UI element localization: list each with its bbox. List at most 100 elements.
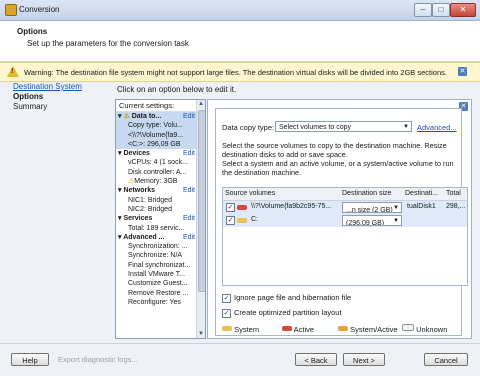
destination-size-select[interactable]: ...n size (2 GB) ▼: [342, 202, 402, 213]
settings-item: <\\?\Volume{fa9...: [116, 130, 205, 140]
active-disk-icon: [237, 205, 247, 210]
edit-link[interactable]: Edit: [183, 214, 195, 223]
volume-checkbox[interactable]: ✓: [226, 203, 235, 212]
settings-scrollbar[interactable]: ▲ ▼: [196, 100, 205, 338]
settings-item: Final synchronizat...: [128, 261, 191, 269]
edit-link[interactable]: Edit: [183, 149, 195, 158]
export-logs-button[interactable]: Export diagnostic logs...: [58, 355, 138, 364]
nav-item-destination-system[interactable]: Destination System: [13, 82, 113, 92]
table-row[interactable]: ✓ \\?\Volume{fa9b2c95-75... ...n size (2…: [223, 201, 467, 214]
optimized-layout-label: Create optimized partition layout: [234, 308, 342, 317]
edit-link[interactable]: Edit: [183, 233, 195, 242]
page-title: Options: [17, 27, 48, 36]
settings-group-title: Data to...: [131, 113, 162, 120]
volumes-table: Source volumes Destination size Destinat…: [222, 187, 468, 286]
optimized-layout-checkbox[interactable]: ✓: [222, 309, 231, 318]
warning-icon: !: [7, 66, 19, 77]
scroll-down-icon[interactable]: ▼: [197, 330, 205, 338]
settings-group-title: Networks: [123, 187, 155, 195]
settings-item: vCPUs: 4 (1 sock...: [128, 159, 188, 167]
settings-item: Customize Guest...: [128, 280, 188, 288]
settings-group-title: Services: [123, 215, 153, 223]
next-button[interactable]: Next >: [343, 353, 385, 366]
data-copy-panel: Data copy type: Select volumes to copy ▼…: [215, 108, 468, 336]
column-header: Source volumes: [225, 190, 276, 197]
legend-label: System/Active: [350, 325, 398, 334]
settings-item: ⚠Memory: 3GB: [116, 177, 205, 186]
destination-size-value: ...n size (2 GB): [346, 207, 393, 213]
table-header: Source volumes Destination size Destinat…: [223, 188, 467, 201]
settings-group-title: Advanced ...: [123, 233, 165, 241]
copy-type-select[interactable]: Select volumes to copy ▼: [275, 121, 412, 132]
description-2: Select a system and an active volume, or…: [222, 159, 454, 177]
system-active-disk-icon: [338, 326, 348, 331]
active-disk-icon: [282, 326, 292, 331]
column-header: Destination size: [342, 190, 392, 197]
edit-link[interactable]: Edit: [183, 186, 195, 195]
warning-close-icon[interactable]: ✕: [458, 67, 467, 76]
chevron-down-icon: ▼: [393, 205, 399, 211]
settings-item: <C:>: 296,09 GB: [116, 139, 205, 150]
footer-bar: Help Export diagnostic logs... < Back Ne…: [0, 343, 480, 376]
back-button[interactable]: < Back: [295, 353, 337, 366]
legend-label: Active: [293, 325, 315, 334]
close-button[interactable]: ✕: [450, 3, 476, 17]
system-disk-icon: [222, 326, 232, 331]
table-row[interactable]: ✓ C: (296,09 GB) ▼: [223, 214, 467, 227]
legend-active: Active: [282, 325, 314, 334]
nav-item-summary[interactable]: Summary: [13, 102, 113, 112]
edit-link[interactable]: Edit: [183, 112, 195, 121]
scroll-thumb[interactable]: [198, 110, 205, 292]
settings-item: Reconfigure: Yes: [128, 298, 181, 306]
legend-system: System: [222, 325, 259, 334]
settings-group-title: Devices: [123, 150, 150, 158]
legend-unknown: Unknown: [402, 324, 448, 334]
settings-group-networks[interactable]: ▾ Networks Edit: [116, 186, 205, 195]
column-header: Destinati...: [405, 190, 439, 197]
ignore-pagefile-label: Ignore page file and hibernation file: [234, 293, 352, 302]
help-button[interactable]: Help: [11, 353, 49, 366]
advanced-link[interactable]: Advanced...: [417, 123, 457, 132]
settings-item-label: Memory: 3GB: [134, 178, 178, 186]
collapse-icon: ▾: [118, 150, 122, 158]
collapse-icon: ▾: [118, 233, 122, 241]
settings-item: Install VMware T...: [128, 271, 186, 279]
settings-list: Current settings: ▾ ⚠ Data to... Edit Co…: [115, 99, 206, 339]
settings-item: Synchronization: ...: [128, 243, 188, 251]
volume-checkbox[interactable]: ✓: [226, 216, 235, 225]
collapse-icon: ▾: [118, 187, 122, 195]
warning-bar: ! Warning: The destination file system m…: [0, 62, 480, 82]
scroll-up-icon[interactable]: ▲: [197, 100, 205, 108]
detail-panel: ✕ Data copy type: Select volumes to copy…: [207, 99, 472, 339]
legend-system-active: System/Active: [338, 325, 398, 334]
destination-size-value: (296,09 GB): [346, 220, 385, 226]
settings-item: Disk controller: A...: [128, 168, 187, 176]
settings-group-data[interactable]: ▾ ⚠ Data to... Edit: [116, 112, 205, 122]
volume-name: C:: [251, 216, 258, 223]
legend-label: Unknown: [416, 325, 448, 334]
minimize-button[interactable]: –: [414, 3, 432, 17]
settings-group-devices[interactable]: ▾ Devices Edit: [116, 149, 205, 158]
settings-item: Total: 189 servic...: [128, 224, 185, 232]
maximize-button[interactable]: □: [432, 3, 450, 17]
cancel-button[interactable]: Cancel: [424, 353, 468, 366]
settings-item: Synchronize: N/A: [128, 252, 183, 260]
chevron-down-icon: ▼: [403, 124, 409, 130]
volume-name: \\?\Volume{fa9b2c95-75...: [251, 203, 332, 210]
ignore-pagefile-checkbox[interactable]: ✓: [222, 294, 231, 303]
window-title: Conversion: [19, 5, 60, 14]
unknown-disk-icon: [402, 324, 414, 331]
total-size: 298,...: [446, 203, 466, 210]
copy-type-value: Select volumes to copy: [279, 124, 351, 131]
legend-label: System: [234, 325, 260, 334]
app-icon: [5, 4, 17, 16]
settings-group-services[interactable]: ▾ Services Edit: [116, 214, 205, 223]
destination-size-select[interactable]: (296,09 GB) ▼: [342, 215, 402, 226]
settings-header: Current settings:: [116, 100, 205, 112]
copy-type-label: Data copy type:: [222, 123, 275, 132]
settings-group-advanced[interactable]: ▾ Advanced ... Edit: [116, 233, 205, 242]
settings-item: NIC2: Bridged: [128, 205, 172, 213]
settings-item: NIC1: Bridged: [128, 196, 172, 204]
nav-item-options[interactable]: Options: [13, 92, 113, 102]
system-disk-icon: [237, 218, 247, 223]
